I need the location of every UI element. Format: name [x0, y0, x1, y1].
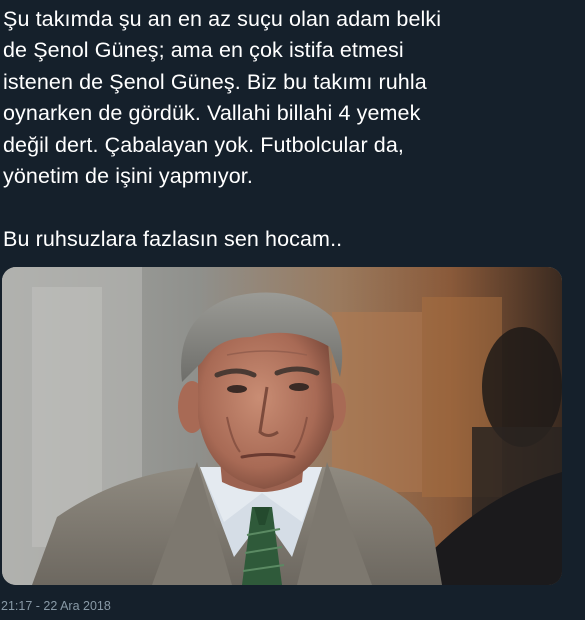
tweet-text-line: Şu takımda şu an en az suçu olan adam be… — [3, 7, 442, 31]
tweet-text-line: yönetim de işini yapmıyor. — [3, 164, 253, 189]
tweet-text-line: değil dert. Çabalayan yok. Futbolcular d… — [3, 132, 404, 157]
tweet-timestamp[interactable]: 21:17 - 22 Ara 2018 — [1, 598, 111, 614]
tweet-card: Şu takımda şu an en az suçu olan adam be… — [0, 0, 585, 620]
tweet-text: Şu takımda şu an en az suçu olan adam be… — [3, 4, 573, 255]
tweet-text-line: istenen de Şenol Güneş. Biz bu takımı ru… — [3, 69, 427, 94]
tweet-photo[interactable] — [2, 267, 562, 585]
coach-portrait-photo — [2, 267, 562, 585]
tweet-text-line: de Şenol Güneş; ama en çok istifa etmesi — [3, 38, 404, 63]
tweet-text-line: oynarken de gördük. Vallahi billahi 4 ye… — [3, 101, 421, 126]
tweet-closing-line: Bu ruhsuzlara fazlasın sen hocam.. — [3, 226, 343, 251]
